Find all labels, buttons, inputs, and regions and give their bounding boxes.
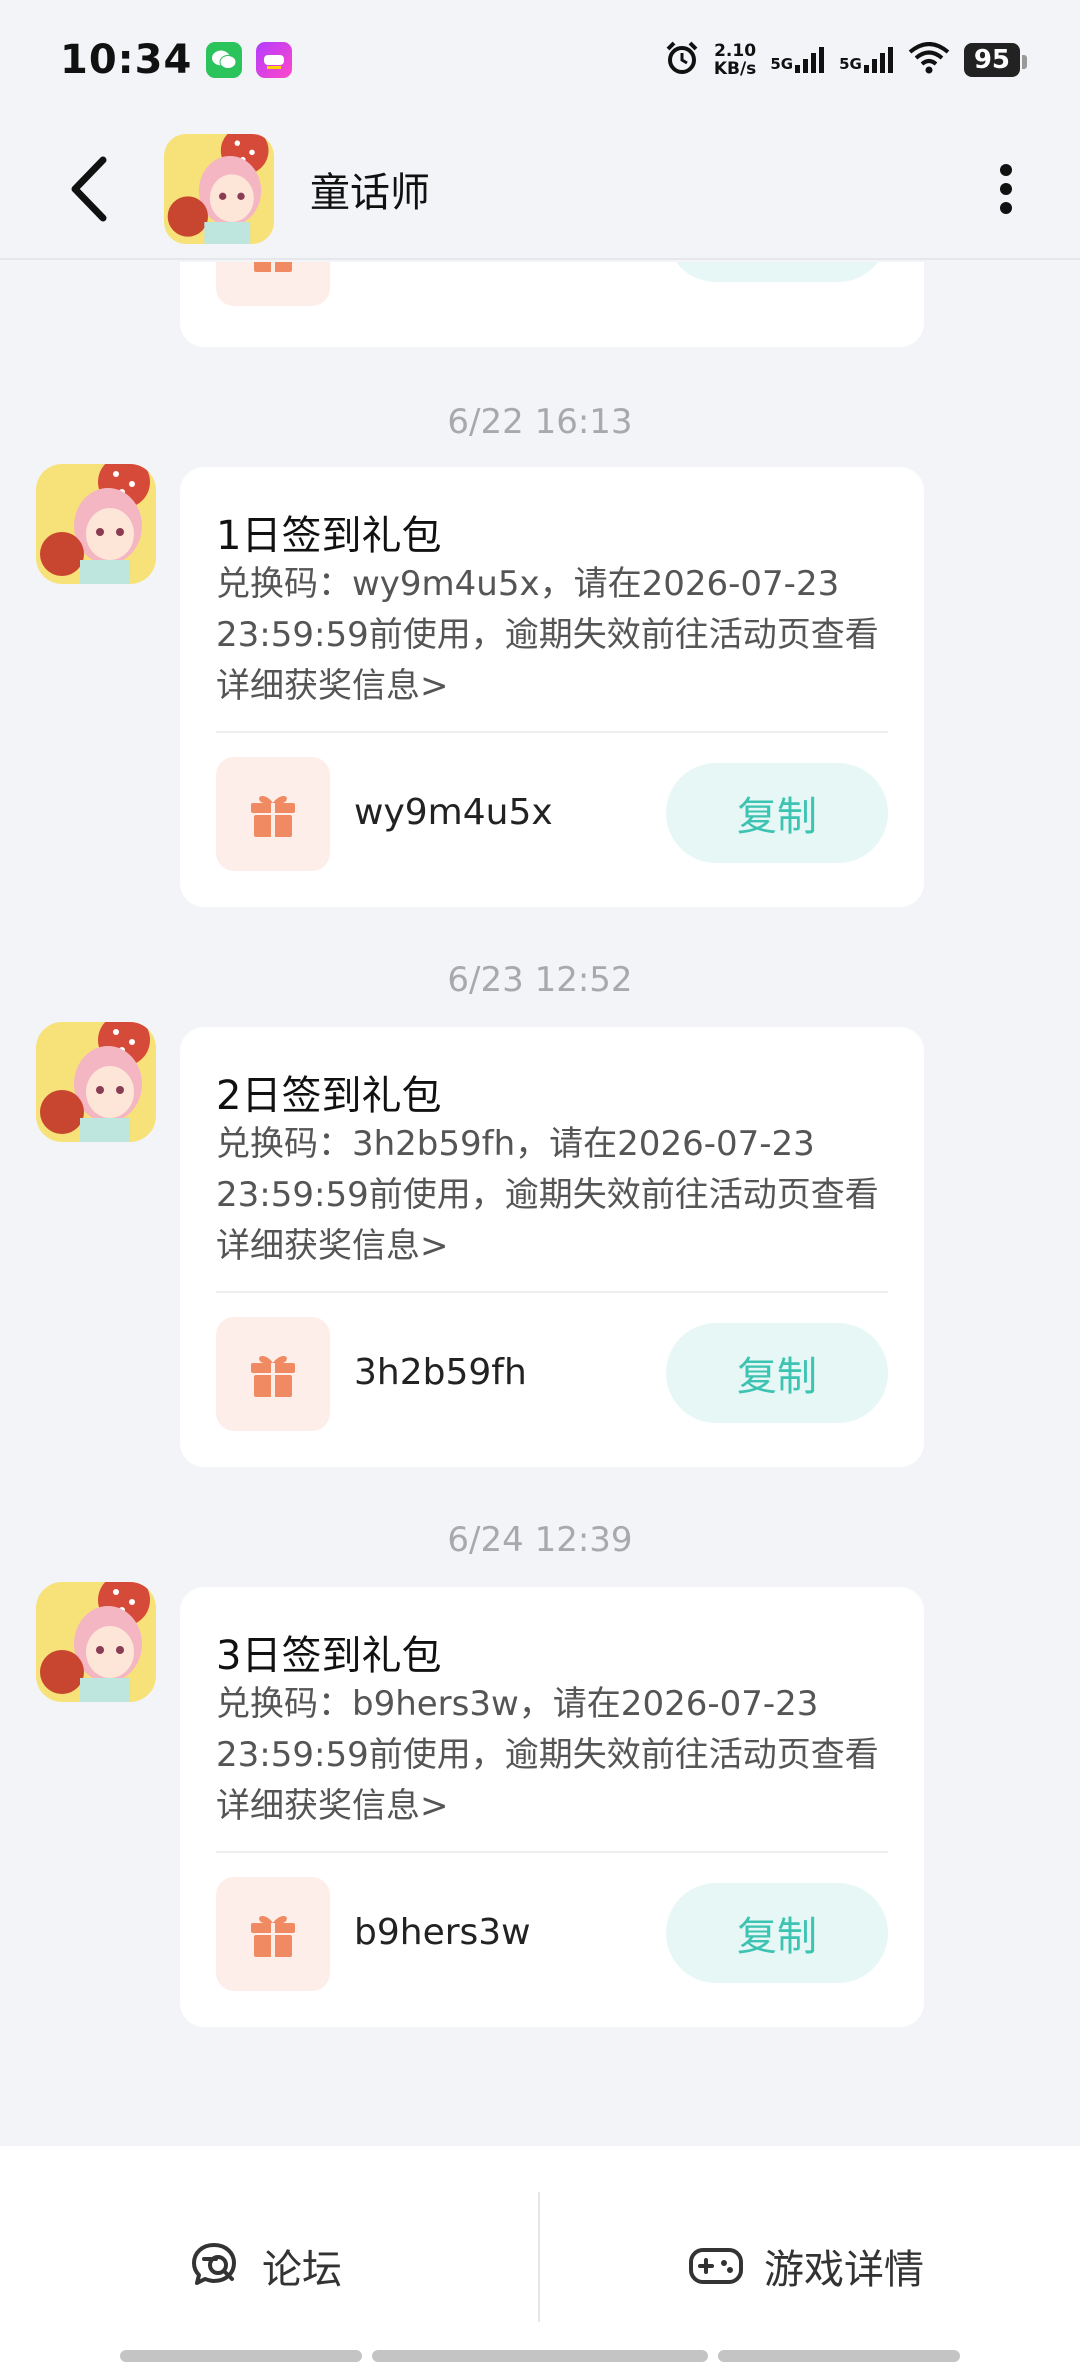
card-divider bbox=[216, 1851, 888, 1853]
sender-avatar[interactable] bbox=[36, 1582, 156, 1702]
copy-button[interactable]: 复制 bbox=[666, 1323, 888, 1423]
game-app-icon bbox=[256, 42, 293, 78]
gift-icon-box bbox=[216, 1317, 330, 1431]
signal-bars-icon bbox=[795, 47, 825, 73]
gift-icon bbox=[254, 262, 292, 272]
alarm-icon bbox=[664, 40, 700, 80]
chat-title: 童话师 bbox=[310, 170, 430, 216]
more-vertical-icon bbox=[1000, 164, 1012, 214]
gesture-bar-segment bbox=[718, 2350, 960, 2362]
gift-icon bbox=[251, 796, 295, 837]
wechat-icon bbox=[206, 42, 243, 78]
gift-code: wy9m4u5x bbox=[354, 792, 553, 833]
gift-icon bbox=[251, 1916, 295, 1957]
game-detail-label: 游戏详情 bbox=[764, 2247, 924, 2293]
gift-code: 3h2b59fh bbox=[354, 1352, 527, 1393]
bottom-divider bbox=[538, 2192, 540, 2322]
card-title: 2日签到礼包 bbox=[216, 1073, 442, 1119]
gamepad-icon bbox=[689, 2248, 743, 2284]
more-options-button[interactable] bbox=[976, 144, 1036, 234]
card-description[interactable]: 兑换码：wy9m4u5x，请在2026-07-23 23:59:59前使用，逾期… bbox=[216, 559, 896, 712]
sender-avatar[interactable] bbox=[36, 464, 156, 584]
bottom-action-bar: 论坛 游戏详情 bbox=[0, 2146, 1080, 2376]
gift-icon-box bbox=[216, 757, 330, 871]
gesture-bar-segment bbox=[120, 2350, 362, 2362]
wifi-icon bbox=[908, 42, 950, 78]
signal-bars-icon bbox=[863, 47, 893, 73]
copy-button[interactable]: 复制 bbox=[666, 1883, 888, 1983]
card-description[interactable]: 兑换码：3h2b59fh，请在2026-07-23 23:59:59前使用，逾期… bbox=[216, 1119, 896, 1272]
network-type-2: 5G bbox=[839, 55, 862, 73]
card-description[interactable]: 兑换码：b9hers3w，请在2026-07-23 23:59:59前使用，逾期… bbox=[216, 1679, 896, 1832]
forum-button[interactable]: 论坛 bbox=[190, 2206, 342, 2326]
signal-2: 5G bbox=[839, 47, 894, 73]
forum-chat-icon bbox=[192, 2243, 236, 2285]
status-indicators: 2.10 KB/s 5G 5G 95 bbox=[664, 40, 1028, 80]
battery-indicator: 95 bbox=[963, 43, 1028, 77]
card-title: 1日签到礼包 bbox=[216, 513, 442, 559]
copy-button[interactable]: 复制 bbox=[666, 763, 888, 863]
status-bar: 10:34 2.10 KB/s 5G 5G 95 bbox=[0, 0, 1080, 120]
card-divider bbox=[216, 731, 888, 733]
message-timestamp: 6/23 12:52 bbox=[447, 960, 633, 1000]
gesture-bar-segment bbox=[372, 2350, 708, 2362]
sender-avatar[interactable] bbox=[36, 1022, 156, 1142]
back-button[interactable] bbox=[44, 144, 134, 234]
gift-message-card: 1日签到礼包 兑换码：wy9m4u5x，请在2026-07-23 23:59:5… bbox=[180, 467, 924, 907]
card-divider bbox=[216, 1291, 888, 1293]
message-list[interactable]: v2tdfi2d 复制 6/22 16:13 1日签到礼包 兑换码：wy9m4u… bbox=[0, 262, 1080, 2146]
gift-icon-box bbox=[216, 262, 330, 306]
gift-message-card: 3日签到礼包 兑换码：b9hers3w，请在2026-07-23 23:59:5… bbox=[180, 1587, 924, 2027]
gift-code: b9hers3w bbox=[354, 1912, 531, 1953]
card-title: 3日签到礼包 bbox=[216, 1633, 442, 1679]
game-detail-button[interactable]: 游戏详情 bbox=[688, 2206, 924, 2326]
gift-icon-box bbox=[216, 1877, 330, 1991]
signal-1: 5G bbox=[770, 47, 825, 73]
message-timestamp: 6/24 12:39 bbox=[447, 1520, 633, 1560]
speed-unit: KB/s bbox=[713, 59, 757, 79]
gift-message-card: 2日签到礼包 兑换码：3h2b59fh，请在2026-07-23 23:59:5… bbox=[180, 1027, 924, 1467]
chat-header: 童话师 bbox=[0, 120, 1080, 260]
network-type-1: 5G bbox=[770, 55, 794, 73]
message-timestamp: 6/22 16:13 bbox=[447, 402, 633, 442]
gift-icon bbox=[251, 1356, 295, 1397]
forum-label: 论坛 bbox=[262, 2247, 342, 2293]
status-time: 10:34 bbox=[60, 37, 193, 83]
message-card-partial: v2tdfi2d 复制 bbox=[180, 262, 924, 347]
game-avatar[interactable] bbox=[164, 134, 274, 244]
chevron-left-icon bbox=[71, 156, 107, 222]
copy-button[interactable]: 复制 bbox=[666, 262, 888, 282]
speed-value: 2.10 bbox=[714, 41, 757, 61]
network-speed: 2.10 KB/s bbox=[714, 42, 756, 78]
